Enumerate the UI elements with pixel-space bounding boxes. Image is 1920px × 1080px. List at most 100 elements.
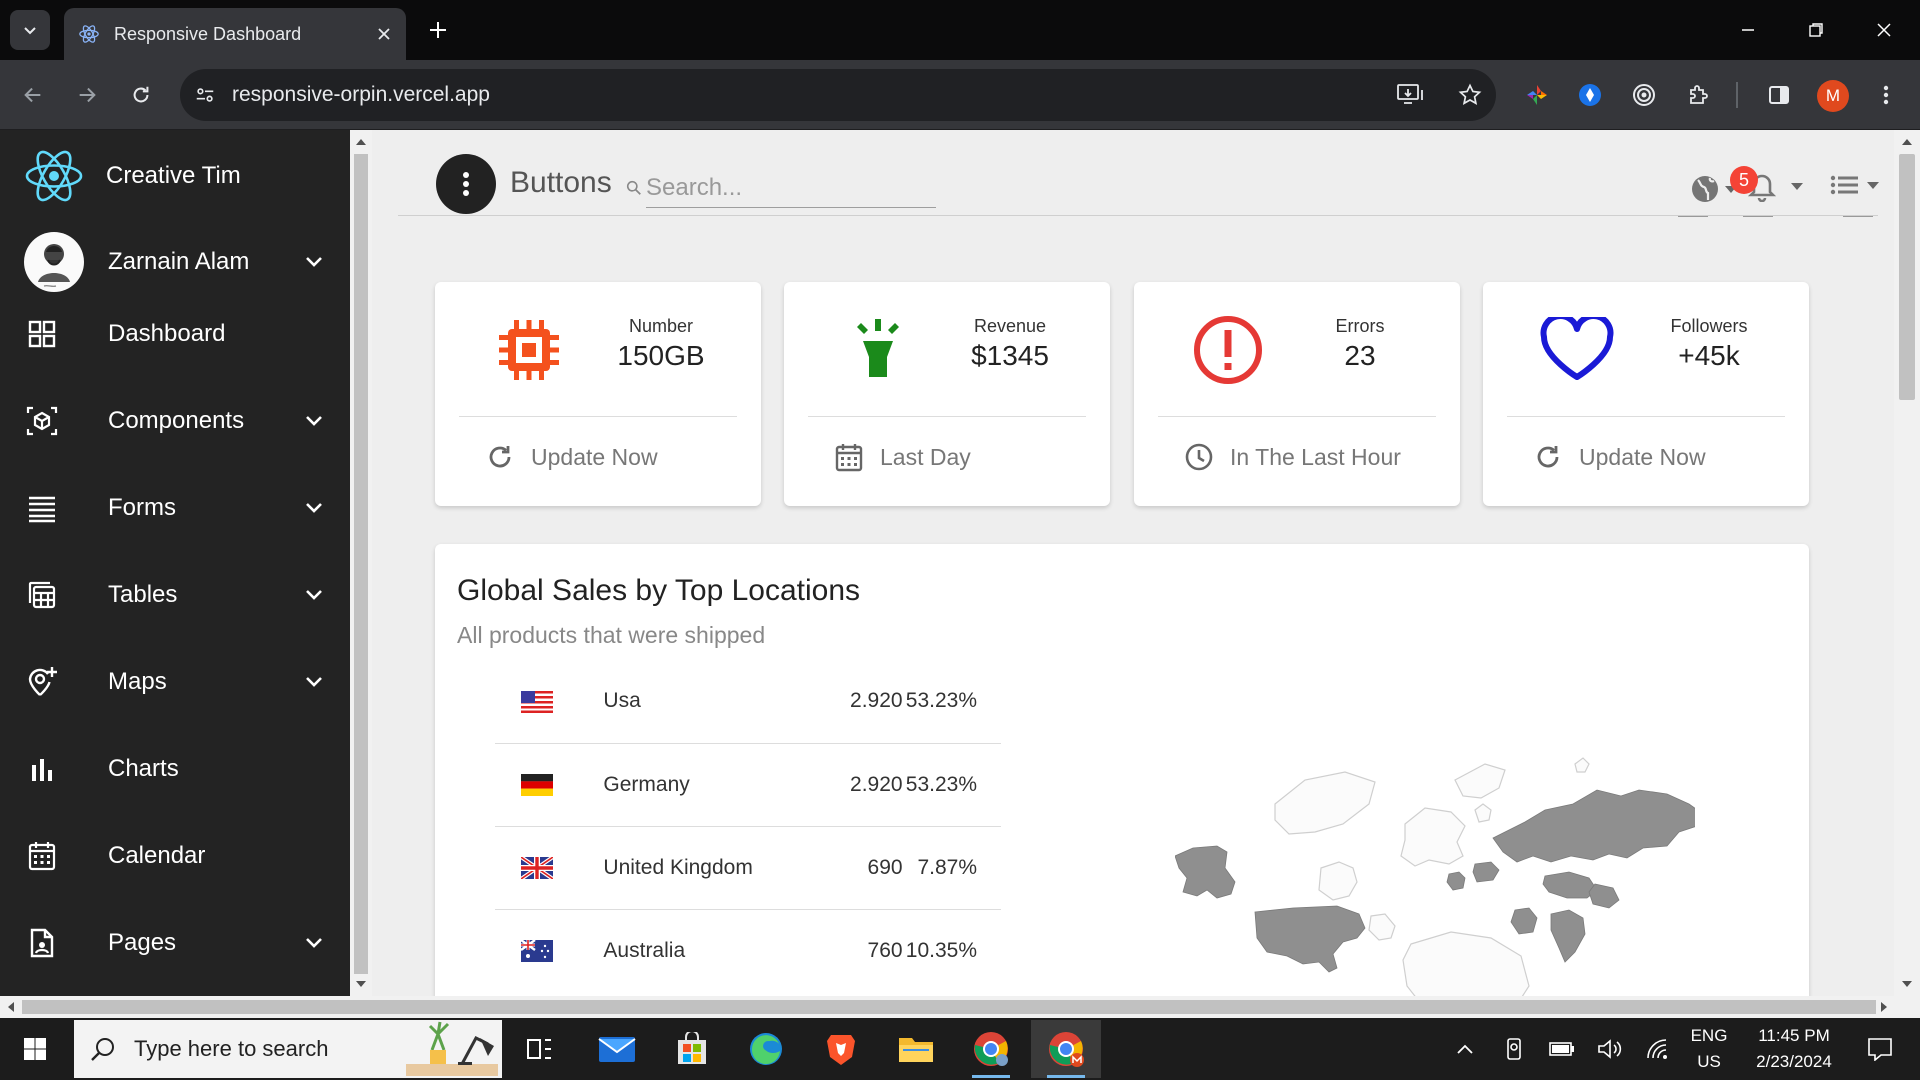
sales-value: 2.920 — [802, 660, 903, 744]
world-map[interactable] — [1175, 744, 1695, 996]
scroll-right-arrow-icon[interactable] — [1876, 996, 1892, 1018]
close-window-button[interactable] — [1856, 10, 1912, 50]
scroll-up-arrow-icon[interactable] — [350, 134, 372, 150]
chrome-app[interactable] — [956, 1020, 1026, 1078]
notification-center-button[interactable] — [1858, 1018, 1902, 1080]
sidebar-scrollbar-thumb[interactable] — [354, 154, 368, 974]
page-scrollbar[interactable] — [1894, 130, 1920, 996]
sidebar: Creative Tim Zarnain Alam Dashboard Comp… — [0, 130, 350, 996]
list-menu-icon — [1830, 175, 1858, 195]
sidebar-item-forms[interactable]: Forms — [24, 478, 324, 538]
new-tab-button[interactable] — [422, 14, 454, 46]
input-language-button[interactable]: ENG US — [1686, 1018, 1732, 1080]
volume-button[interactable] — [1594, 1018, 1626, 1080]
scroll-left-arrow-icon[interactable] — [3, 996, 19, 1018]
tray-overflow-button[interactable] — [1450, 1018, 1480, 1080]
horizontal-scrollbar-thumb[interactable] — [22, 1000, 1876, 1014]
mail-app[interactable] — [582, 1020, 652, 1078]
chevron-down-icon — [304, 498, 324, 518]
chrome-profile-app[interactable] — [1031, 1020, 1101, 1078]
sidebar-item-maps[interactable]: Maps — [24, 652, 324, 712]
stat-caption: Followers — [1670, 316, 1748, 336]
stat-footer-label: In The Last Hour — [1230, 443, 1401, 470]
sidebar-item-dashboard[interactable]: Dashboard — [24, 304, 324, 364]
bookmark-star-icon[interactable] — [1458, 83, 1482, 107]
browser-tab[interactable]: Responsive Dashboard — [64, 8, 406, 60]
au-flag-icon — [521, 940, 553, 963]
stat-footer[interactable]: In The Last Hour — [1184, 442, 1401, 472]
chevron-down-icon — [24, 27, 36, 35]
stat-footer[interactable]: Update Now — [485, 442, 658, 472]
sidebar-user[interactable]: Zarnain Alam — [24, 230, 324, 294]
card-divider — [459, 416, 737, 417]
de-flag-icon — [521, 773, 553, 796]
side-panel-button[interactable] — [1762, 78, 1796, 112]
search-input[interactable] — [646, 168, 936, 208]
sidebar-item-charts[interactable]: Charts — [24, 739, 324, 799]
stat-card-revenue: Revenue $1345 Last Day — [784, 282, 1110, 506]
scroll-down-arrow-icon[interactable] — [350, 976, 372, 992]
page-scrollbar-thumb[interactable] — [1899, 154, 1915, 400]
stat-footer[interactable]: Update Now — [1533, 442, 1706, 472]
sidebar-item-calendar[interactable]: Calendar — [24, 826, 324, 886]
restore-button[interactable] — [1788, 10, 1844, 50]
extensions-button[interactable] — [1681, 78, 1715, 112]
forward-button[interactable] — [70, 78, 104, 112]
network-button[interactable] — [1642, 1018, 1674, 1080]
sidebar-brand[interactable]: Creative Tim — [24, 148, 241, 204]
stat-value: 23 — [1344, 340, 1376, 371]
taskbar-search[interactable]: Type here to search — [74, 1020, 502, 1078]
bar-chart-icon — [24, 751, 60, 787]
profile-avatar[interactable]: M — [1817, 80, 1849, 112]
country-name: Australia — [603, 938, 686, 962]
sidebar-scrollbar[interactable] — [350, 130, 372, 996]
scroll-up-arrow-icon[interactable] — [1894, 134, 1920, 150]
close-tab-icon[interactable] — [376, 26, 392, 42]
chrome-icon — [974, 1032, 1008, 1066]
region-label: US — [1697, 1052, 1721, 1071]
file-explorer-app[interactable] — [881, 1020, 951, 1078]
address-bar[interactable]: responsive-orpin.vercel.app — [180, 69, 1496, 121]
sidebar-item-tables[interactable]: Tables — [24, 565, 324, 625]
menu-toggle-button[interactable] — [436, 154, 496, 214]
edge-app[interactable] — [731, 1020, 801, 1078]
extension-colorful[interactable] — [1520, 78, 1554, 112]
tab-bar: Responsive Dashboard — [0, 0, 1920, 60]
task-view-button[interactable] — [504, 1020, 574, 1078]
color-wheel-extension-icon — [1527, 85, 1547, 105]
start-button[interactable] — [0, 1018, 70, 1080]
battery-button[interactable] — [1546, 1018, 1578, 1080]
tab-search-button[interactable] — [10, 10, 50, 50]
back-button[interactable] — [16, 78, 50, 112]
wifi-icon — [1647, 1039, 1667, 1059]
reload-button[interactable] — [124, 78, 158, 112]
app-running-indicator — [972, 1075, 1010, 1078]
stat-footer-label: Update Now — [1579, 443, 1706, 470]
stat-footer[interactable]: Last Day — [834, 442, 971, 472]
clock-button[interactable]: 11:45 PM 2/23/2024 — [1738, 1018, 1850, 1080]
minimize-button[interactable] — [1720, 10, 1776, 50]
caret-down-icon — [1867, 182, 1879, 189]
sidebar-item-pages[interactable]: Pages — [24, 913, 324, 973]
search-box[interactable] — [626, 166, 936, 210]
app-header: Buttons 5 — [398, 130, 1880, 217]
meet-now-button[interactable] — [1499, 1018, 1529, 1080]
browser-menu-button[interactable] — [1869, 78, 1903, 112]
scroll-down-arrow-icon[interactable] — [1894, 976, 1920, 992]
brave-app[interactable] — [806, 1020, 876, 1078]
horizontal-scrollbar[interactable] — [0, 996, 1920, 1018]
more-vert-icon — [463, 172, 469, 196]
globe-icon — [1692, 176, 1718, 202]
sidebar-item-label: Forms — [108, 494, 176, 521]
extension-blue[interactable] — [1573, 78, 1607, 112]
install-app-icon[interactable] — [1396, 82, 1424, 108]
sidebar-item-label: Tables — [108, 581, 178, 608]
app-active-indicator — [1047, 1075, 1085, 1078]
site-info-icon[interactable] — [194, 84, 216, 106]
options-underline — [1843, 216, 1873, 217]
sidebar-item-components[interactable]: Components — [24, 391, 324, 451]
options-menu-button[interactable] — [1830, 174, 1880, 196]
extension-target[interactable] — [1627, 78, 1661, 112]
microsoft-store-app[interactable] — [657, 1020, 727, 1078]
list-icon — [24, 490, 60, 526]
